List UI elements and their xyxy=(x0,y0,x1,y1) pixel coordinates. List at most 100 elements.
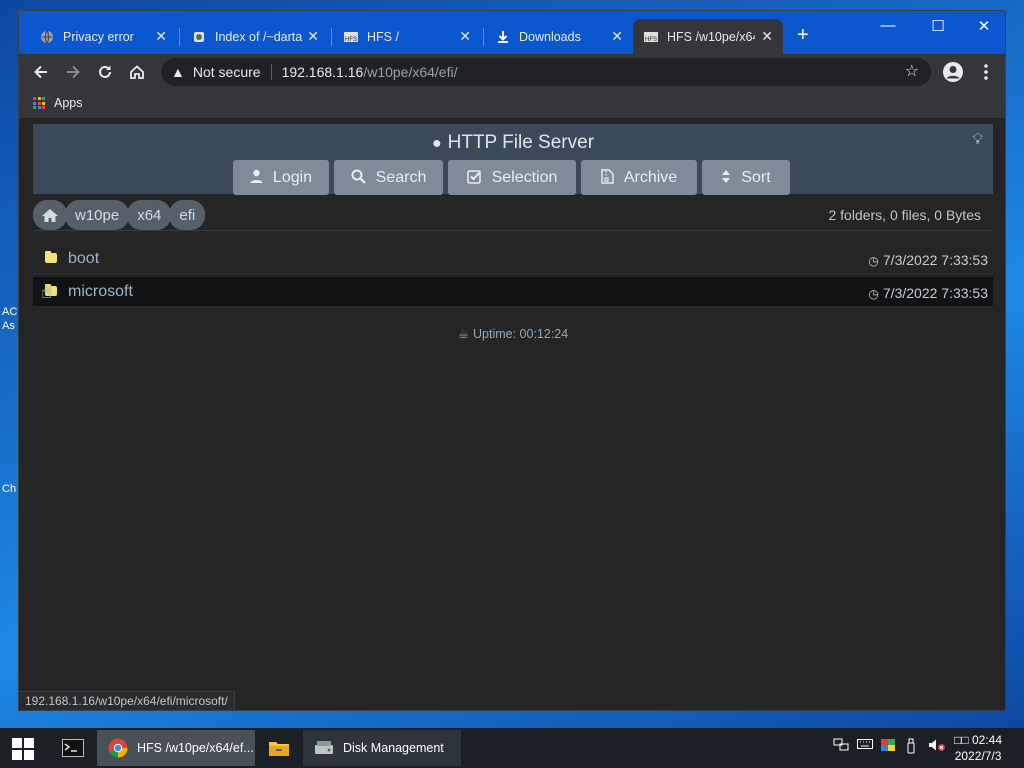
reload-button[interactable] xyxy=(91,58,119,86)
hfs-icon: HFS xyxy=(343,29,359,45)
browser-window: Privacy error ✕ Index of /~darta ✕ HFS H… xyxy=(18,10,1006,711)
checkbox-icon xyxy=(466,169,482,187)
hfs-button-row: Login Search Selection Archive Sort xyxy=(233,160,795,195)
coffee-cup-icon: ☕︎ xyxy=(457,327,469,341)
maximize-button[interactable]: ☐ xyxy=(923,17,953,35)
windows-start-icon[interactable] xyxy=(12,738,34,760)
minimize-button[interactable]: — xyxy=(873,17,903,34)
folder-icon xyxy=(268,737,290,759)
close-icon[interactable]: ✕ xyxy=(611,28,623,45)
breadcrumb-efi[interactable]: efi xyxy=(169,200,206,230)
list-item[interactable]: microsoft ◷ 7/3/2022 7:33:53 xyxy=(33,277,993,307)
apps-shortcut[interactable]: Apps xyxy=(33,96,83,110)
selection-button[interactable]: Selection xyxy=(448,160,576,195)
tab-strip: Privacy error ✕ Index of /~darta ✕ HFS H… xyxy=(19,11,1005,54)
taskbar-terminal[interactable] xyxy=(52,730,94,766)
tab-title: HFS /w10pe/x64 xyxy=(667,29,755,44)
tab-index-of[interactable]: Index of /~darta ✕ xyxy=(171,19,329,54)
breadcrumb-w10pe[interactable]: w10pe xyxy=(65,200,130,230)
tab-hfs-efi[interactable]: HFS HFS /w10pe/x64 ✕ xyxy=(633,19,783,54)
hfs-page: ● HTTP File Server 💡︎ Login Search Selec… xyxy=(19,119,1005,710)
forward-button[interactable] xyxy=(59,58,87,86)
desktop-icon-label[interactable]: Ch xyxy=(2,483,16,495)
home-button[interactable] xyxy=(123,58,151,86)
menu-button[interactable] xyxy=(972,58,1000,86)
tab-downloads[interactable]: Downloads ✕ xyxy=(475,19,633,54)
page-title: ● HTTP File Server xyxy=(431,132,595,153)
system-clock[interactable]: □□ 02:44 2022/7/3 xyxy=(954,732,1002,764)
clock-date: 2022/7/3 xyxy=(954,749,1002,763)
folder-link[interactable]: boot xyxy=(68,250,99,268)
search-button[interactable]: Search xyxy=(334,160,443,195)
folder-summary: 2 folders, 0 files, 0 Bytes xyxy=(828,207,981,223)
desktop-icon-label[interactable]: As xyxy=(2,320,15,332)
breadcrumb-x64[interactable]: x64 xyxy=(127,200,172,230)
keyboard-icon[interactable] xyxy=(857,738,873,753)
tab-title: Privacy error xyxy=(63,29,134,44)
hfs-icon: HFS xyxy=(643,29,659,45)
breadcrumb-bar: w10pe x64 efi 2 folders, 0 files, 0 Byte… xyxy=(33,199,993,231)
profile-avatar-icon xyxy=(943,62,963,82)
close-icon[interactable]: ✕ xyxy=(459,28,471,45)
chrome-icon xyxy=(107,737,129,759)
breadcrumb: w10pe x64 efi xyxy=(33,200,206,230)
volume-muted-icon[interactable] xyxy=(928,738,946,755)
tab-privacy-error[interactable]: Privacy error ✕ xyxy=(19,19,177,54)
bookmark-star-icon[interactable]: ☆ xyxy=(905,61,919,81)
folder-link[interactable]: microsoft xyxy=(68,283,133,301)
back-button[interactable] xyxy=(27,58,55,86)
close-window-button[interactable]: ✕ xyxy=(969,17,999,35)
apps-label: Apps xyxy=(54,96,83,110)
usb-device-icon[interactable] xyxy=(906,738,916,757)
taskbar-file-explorer[interactable] xyxy=(258,730,300,766)
globe-icon xyxy=(39,29,55,45)
network-icon[interactable] xyxy=(833,738,849,755)
kebab-menu-icon xyxy=(984,64,988,80)
address-bar[interactable]: ▲ Not secure 192.168.1.16 /w10pe/x64/efi… xyxy=(161,58,931,86)
home-icon xyxy=(130,65,144,79)
desktop-icon-label[interactable]: AC xyxy=(2,306,17,318)
tab-title: Downloads xyxy=(519,29,581,44)
taskbar-disk-management[interactable]: Disk Management xyxy=(303,730,461,766)
modified-date: ◷ 7/3/2022 7:33:53 xyxy=(868,252,988,268)
modified-date: ◷ 7/3/2022 7:33:53 xyxy=(868,285,988,301)
bookmarks-bar: Apps xyxy=(19,90,1005,119)
terminal-icon xyxy=(62,737,84,759)
taskbar-chrome[interactable]: HFS /w10pe/x64/ef... xyxy=(97,730,255,766)
tab-hfs-root[interactable]: HFS HFS / ✕ xyxy=(323,19,481,54)
sort-button[interactable]: Sort xyxy=(702,160,790,195)
url-path: /w10pe/x64/efi/ xyxy=(363,64,458,80)
sort-icon xyxy=(721,169,731,187)
link-status-bubble: 192.168.1.16/w10pe/x64/efi/microsoft/ xyxy=(19,691,235,710)
clock-icon: ◷ xyxy=(868,287,879,301)
close-icon[interactable]: ✕ xyxy=(307,28,319,45)
login-button[interactable]: Login xyxy=(233,160,329,195)
security-status[interactable]: Not secure xyxy=(193,64,261,80)
lightbulb-icon[interactable]: 💡︎ xyxy=(972,131,983,148)
list-item[interactable]: boot ◷ 7/3/2022 7:33:53 xyxy=(33,244,993,274)
tab-title: Index of /~darta xyxy=(215,29,303,44)
download-icon xyxy=(495,29,511,45)
back-arrow-icon xyxy=(34,65,47,79)
taskbar-item-label: Disk Management xyxy=(343,741,444,755)
profile-button[interactable] xyxy=(939,58,967,86)
breadcrumb-home[interactable] xyxy=(33,200,67,230)
home-icon xyxy=(42,208,58,222)
svg-text:HFS: HFS xyxy=(645,37,657,43)
close-icon[interactable]: ✕ xyxy=(761,28,773,45)
globe-icon: ● xyxy=(431,135,442,152)
close-icon[interactable]: ✕ xyxy=(155,28,167,45)
warning-icon[interactable]: ▲ xyxy=(171,64,185,80)
ime-indicator[interactable]: □□ xyxy=(954,733,969,747)
archive-button[interactable]: Archive xyxy=(581,160,697,195)
new-tab-button[interactable]: + xyxy=(797,25,809,45)
apps-grid-icon xyxy=(33,97,45,109)
hfs-header: ● HTTP File Server 💡︎ Login Search Selec… xyxy=(33,124,993,195)
color-display-icon[interactable] xyxy=(880,738,896,755)
tab-title: HFS / xyxy=(367,29,399,44)
taskbar: HFS /w10pe/x64/ef... Disk Management □□ … xyxy=(0,728,1024,768)
reload-icon xyxy=(99,65,111,78)
browser-toolbar: ▲ Not secure 192.168.1.16 /w10pe/x64/efi… xyxy=(19,54,1005,90)
hand-cursor-icon: ☝︎ xyxy=(41,282,52,302)
disk-management-icon xyxy=(313,737,335,759)
